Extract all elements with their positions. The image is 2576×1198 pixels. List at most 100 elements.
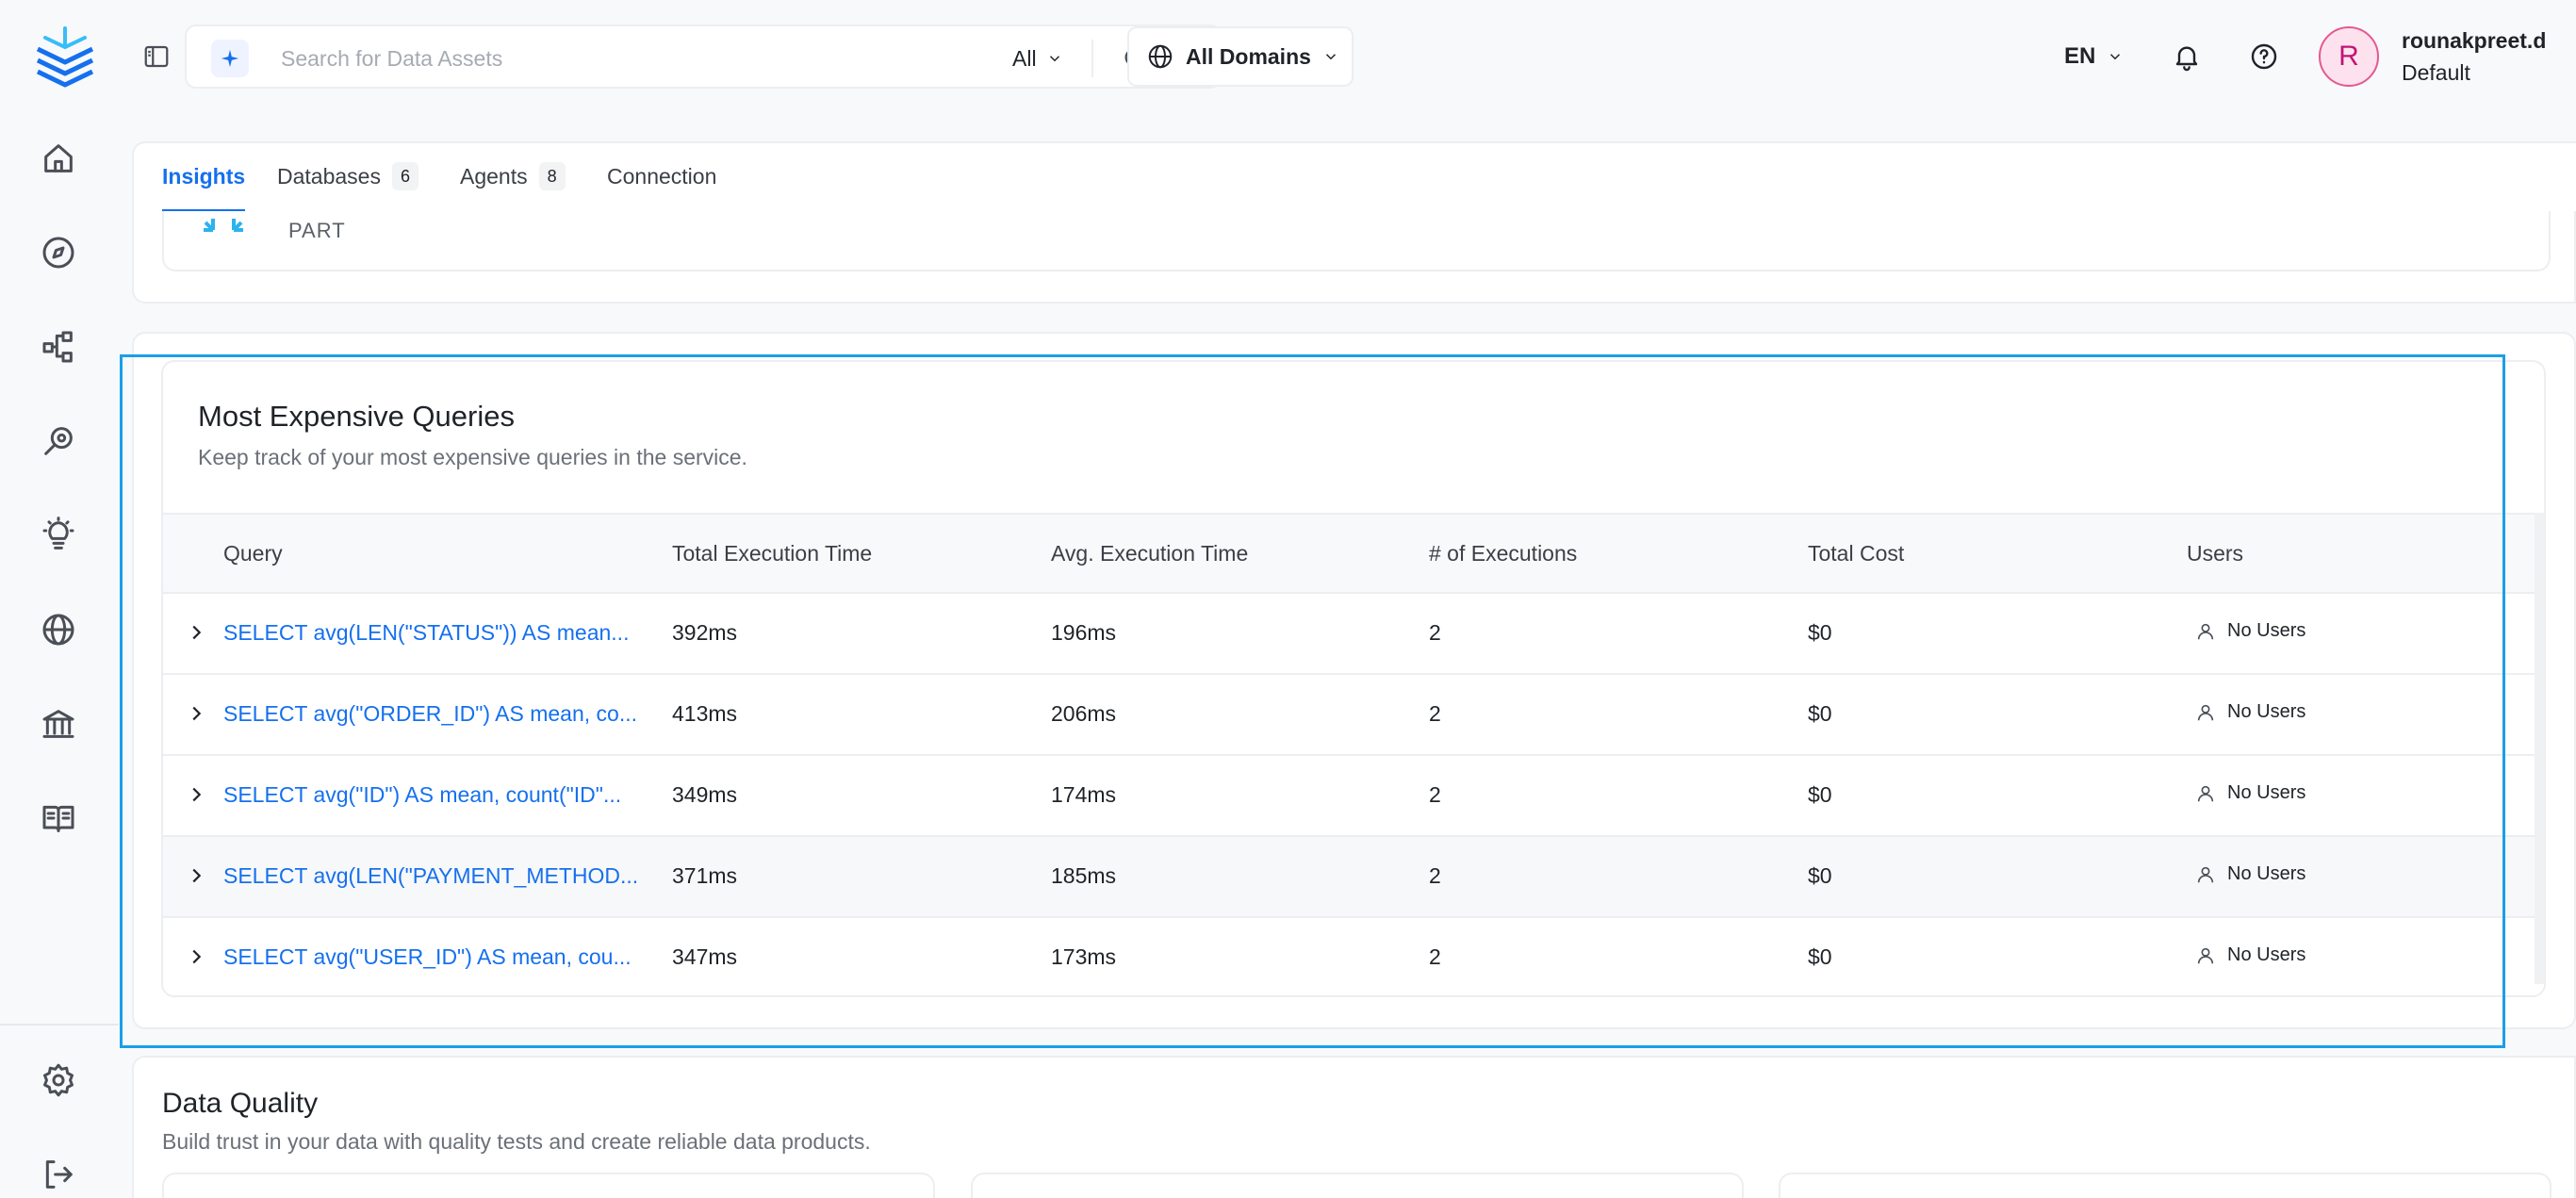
users-label: No Users xyxy=(2227,944,2306,965)
section-subtitle: Keep track of your most expensive querie… xyxy=(198,445,747,469)
user-name[interactable]: rounakpreet.d xyxy=(2402,28,2546,54)
user-icon xyxy=(2197,947,2214,963)
data-quality-tile[interactable] xyxy=(971,1173,1744,1198)
users-label: No Users xyxy=(2227,863,2306,884)
column-header-total-execution-time[interactable]: Total Execution Time xyxy=(672,541,872,566)
language-label: EN xyxy=(2064,43,2096,69)
top-bar: All All Domains EN R rounakpreet.d Defau… xyxy=(119,0,2576,113)
avg-execution-time: 173ms xyxy=(1051,944,1117,969)
explore-icon[interactable] xyxy=(36,230,81,275)
chevron-down-icon xyxy=(2110,54,2121,60)
column-header-executions[interactable]: # of Executions xyxy=(1429,541,1577,566)
table-scrollbar[interactable] xyxy=(2535,513,2544,984)
execution-count: 2 xyxy=(1429,782,1441,807)
avg-execution-time: 196ms xyxy=(1051,620,1117,645)
table-row[interactable]: SELECT avg("ID") AS mean, count("ID"... … xyxy=(163,756,2544,837)
governance-icon[interactable] xyxy=(36,701,81,747)
tab-label: Databases xyxy=(277,164,381,189)
observability-icon[interactable] xyxy=(36,418,81,464)
service-tabs: Insights Databases 6 Agents 8 Connection xyxy=(132,141,2576,213)
expand-row-chevron-icon[interactable] xyxy=(186,784,206,805)
tab-insights[interactable]: Insights xyxy=(162,164,246,213)
home-icon[interactable] xyxy=(36,136,81,181)
language-dropdown[interactable]: EN xyxy=(2064,38,2124,75)
query-link[interactable]: SELECT avg(LEN("STATUS")) AS mean... xyxy=(223,620,629,646)
expand-row-chevron-icon[interactable] xyxy=(186,865,206,886)
expand-row-chevron-icon[interactable] xyxy=(186,946,206,967)
total-execution-time: 347ms xyxy=(672,944,738,969)
user-avatar[interactable]: R xyxy=(2319,26,2379,87)
sidebar-toggle-icon[interactable] xyxy=(138,38,175,75)
glossary-icon[interactable] xyxy=(36,796,81,841)
query-link[interactable]: SELECT avg("USER_ID") AS mean, cou... xyxy=(223,944,632,970)
notifications-bell-icon[interactable] xyxy=(2168,38,2206,75)
search-bar: All xyxy=(185,25,1222,89)
previous-insight-item: PART xyxy=(162,211,2551,271)
column-header-total-cost[interactable]: Total Cost xyxy=(1808,541,1904,566)
avg-execution-time: 174ms xyxy=(1051,782,1117,807)
chevron-down-icon xyxy=(1325,54,1336,60)
total-execution-time: 349ms xyxy=(672,782,738,807)
ai-sparkle-icon[interactable] xyxy=(211,40,249,77)
app-logo-icon[interactable] xyxy=(32,25,98,90)
asterisk-logo-icon xyxy=(204,219,243,249)
lineage-icon[interactable] xyxy=(36,324,81,369)
total-cost: $0 xyxy=(1808,782,1832,807)
users-cell: No Users xyxy=(2195,944,2305,966)
section-subtitle: Build trust in your data with quality te… xyxy=(162,1129,871,1154)
chevron-down-icon xyxy=(1049,56,1059,62)
data-quality-tile[interactable] xyxy=(1779,1173,2551,1198)
users-cell: No Users xyxy=(2195,620,2305,642)
queries-table: Query Total Execution Time Avg. Executio… xyxy=(163,513,2544,995)
avg-execution-time: 206ms xyxy=(1051,701,1117,726)
data-quality-tile[interactable] xyxy=(162,1173,935,1198)
domains-dropdown[interactable]: All Domains xyxy=(1127,26,1354,87)
total-cost: $0 xyxy=(1808,701,1832,726)
tab-count-badge: 8 xyxy=(538,162,566,190)
table-row[interactable]: SELECT avg("USER_ID") AS mean, cou... 34… xyxy=(163,918,2544,995)
logout-icon[interactable] xyxy=(36,1152,81,1197)
search-input[interactable] xyxy=(281,38,846,79)
left-nav-rail xyxy=(0,0,119,1198)
settings-icon[interactable] xyxy=(36,1058,81,1103)
users-cell: No Users xyxy=(2195,782,2305,804)
previous-insight-card: PART xyxy=(132,211,2576,304)
section-title: Data Quality xyxy=(162,1088,319,1119)
domains-icon[interactable] xyxy=(36,607,81,652)
total-cost: $0 xyxy=(1808,620,1832,645)
query-link[interactable]: SELECT avg(LEN("PAYMENT_METHOD... xyxy=(223,863,638,889)
tab-count-badge: 6 xyxy=(391,162,418,190)
table-row[interactable]: SELECT avg(LEN("PAYMENT_METHOD... 371ms … xyxy=(163,837,2544,918)
users-cell: No Users xyxy=(2195,863,2305,885)
column-header-users[interactable]: Users xyxy=(2187,541,2243,566)
tab-label: Agents xyxy=(460,164,528,189)
column-header-avg-execution-time[interactable]: Avg. Execution Time xyxy=(1051,541,1248,566)
expensive-queries-card: Most Expensive Queries Keep track of you… xyxy=(161,360,2546,997)
data-quality-section: Data Quality Build trust in your data wi… xyxy=(132,1056,2576,1198)
globe-icon xyxy=(1148,44,1173,69)
total-execution-time: 392ms xyxy=(672,620,738,645)
users-label: No Users xyxy=(2227,701,2306,722)
tab-agents[interactable]: Agents 8 xyxy=(460,162,566,213)
tab-databases[interactable]: Databases 6 xyxy=(277,162,418,213)
user-icon xyxy=(2197,866,2214,882)
table-row[interactable]: SELECT avg("ORDER_ID") AS mean, co... 41… xyxy=(163,675,2544,756)
insights-icon[interactable] xyxy=(36,513,81,558)
table-row[interactable]: SELECT avg(LEN("STATUS")) AS mean... 392… xyxy=(163,594,2544,675)
tab-label: Insights xyxy=(162,164,246,189)
expand-row-chevron-icon[interactable] xyxy=(186,703,206,724)
users-label: No Users xyxy=(2227,620,2306,641)
search-scope-label: All xyxy=(1012,45,1037,71)
tab-connection[interactable]: Connection xyxy=(607,164,716,213)
help-icon[interactable] xyxy=(2245,38,2283,75)
previous-insight-label: PART xyxy=(288,219,346,242)
query-link[interactable]: SELECT avg("ORDER_ID") AS mean, co... xyxy=(223,701,637,727)
total-execution-time: 413ms xyxy=(672,701,738,726)
total-cost: $0 xyxy=(1808,944,1832,969)
query-link[interactable]: SELECT avg("ID") AS mean, count("ID"... xyxy=(223,782,621,808)
expand-row-chevron-icon[interactable] xyxy=(186,622,206,643)
search-scope-dropdown[interactable]: All xyxy=(1012,40,1063,77)
column-header-query[interactable]: Query xyxy=(223,541,283,566)
users-cell: No Users xyxy=(2195,701,2305,723)
execution-count: 2 xyxy=(1429,863,1441,888)
